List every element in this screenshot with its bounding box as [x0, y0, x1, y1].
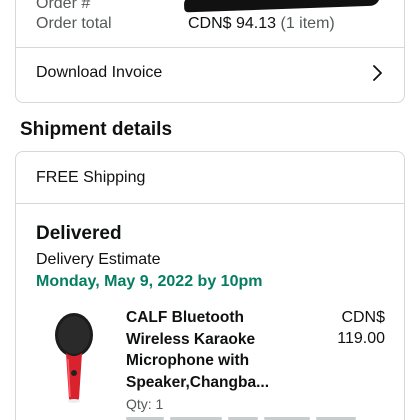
- product-image[interactable]: [46, 309, 102, 405]
- product-quantity: Qty: 1: [126, 396, 164, 412]
- product-title-link[interactable]: CALF Bluetooth Wireless Karaoke Micropho…: [126, 307, 286, 393]
- shipment-card: FREE Shipping Delivered Delivery Estimat…: [15, 151, 405, 420]
- shipping-method: FREE Shipping: [36, 169, 146, 186]
- price-amount: 119.00: [337, 330, 385, 347]
- delivery-estimate-date: Monday, May 9, 2022 by 10pm: [36, 273, 263, 290]
- chevron-right-icon: [373, 65, 382, 81]
- order-total-amount: CDN$ 94.13: [188, 15, 277, 32]
- delivery-status: Delivered: [36, 223, 122, 244]
- divider: [16, 203, 404, 204]
- shipment-details-heading: Shipment details: [20, 119, 173, 140]
- order-total-items: (1 item): [280, 15, 335, 32]
- order-total-value: CDN$ 94.13 (1 item): [188, 14, 335, 34]
- delivery-estimate-label: Delivery Estimate: [36, 251, 161, 268]
- price-currency: CDN$: [341, 309, 385, 326]
- redacted-order-number: [183, 0, 381, 13]
- product-price: CDN$ 119.00: [315, 307, 385, 349]
- download-invoice-button[interactable]: Download Invoice: [16, 48, 404, 103]
- order-summary-card: Order # Order total CDN$ 94.13 (1 item) …: [15, 0, 405, 103]
- cut-off-text: [126, 417, 356, 420]
- order-number-label: Order #: [36, 0, 91, 12]
- download-invoice-label: Download Invoice: [36, 64, 163, 81]
- order-total-label: Order total: [36, 15, 112, 32]
